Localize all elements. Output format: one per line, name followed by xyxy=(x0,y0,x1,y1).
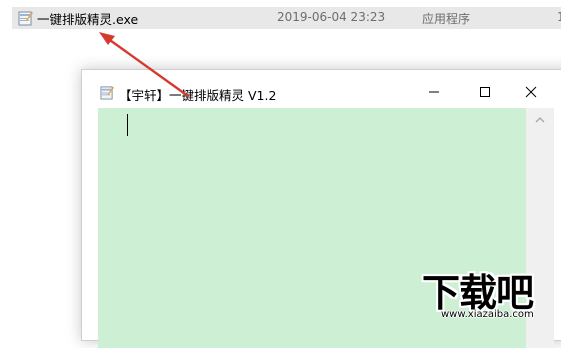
watermark-url: www.xiazaiba.com xyxy=(441,309,534,320)
watermark: 下载吧 www.xiazaiba.com xyxy=(422,262,561,323)
